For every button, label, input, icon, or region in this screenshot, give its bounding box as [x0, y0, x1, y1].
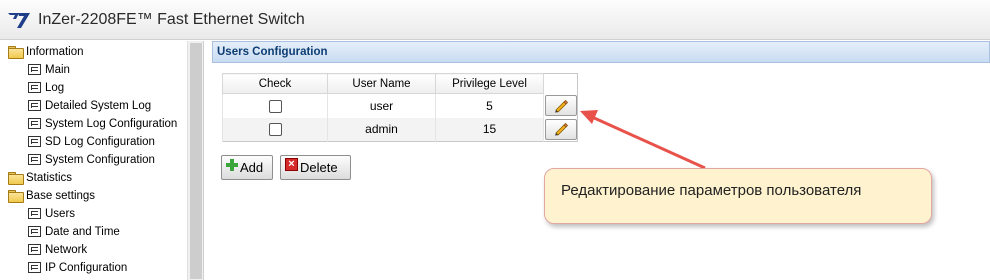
pencil-icon: [554, 99, 568, 113]
folder-icon: [8, 171, 24, 185]
page-icon: [28, 82, 41, 93]
page-icon: [28, 208, 41, 219]
sidebar-item-label: Detailed System Log: [45, 99, 152, 112]
pencil-icon: [554, 123, 568, 136]
check-cell: [222, 93, 328, 118]
sidebar-item-label: IP Configuration: [45, 261, 128, 274]
row-checkbox[interactable]: [268, 99, 282, 113]
delete-button[interactable]: × Delete: [280, 155, 351, 180]
page-icon: [28, 64, 41, 75]
edit-cell: [543, 93, 578, 118]
sidebar-item-base-settings[interactable]: Base settings: [8, 187, 95, 204]
app-title: InZer-2208FE™ Fast Ethernet Switch: [38, 11, 305, 28]
table-header-row: Check User Name Privilege Level: [222, 73, 578, 94]
sidebar-item-label: Users: [45, 207, 76, 220]
plus-icon: [226, 158, 238, 171]
sidebar-scrollbar[interactable]: [187, 41, 203, 280]
privilege-level-cell: 15: [435, 117, 544, 142]
sidebar-item-label: Statistics: [26, 171, 73, 184]
delete-icon: ×: [285, 158, 298, 171]
annotation-callout: Редактирование параметров пользователя: [544, 168, 932, 224]
delete-button-label: Delete: [300, 160, 338, 175]
add-button-label: Add: [240, 160, 264, 175]
scrollbar-thumb[interactable]: [190, 43, 202, 279]
sidebar-item-network[interactable]: Network: [28, 241, 87, 258]
sidebar-item-label: Date and Time: [45, 225, 120, 238]
sidebar-item-label: Main: [45, 63, 70, 76]
table-row: user 5: [222, 93, 578, 118]
sidebar-nav: Information Main Log Detailed System Log…: [0, 41, 204, 280]
column-header-privilege-level: Privilege Level: [435, 73, 544, 94]
page-icon: [28, 154, 41, 165]
sidebar-item-statistics[interactable]: Statistics: [8, 169, 72, 186]
sidebar-item-label: System Log Configuration: [45, 117, 178, 130]
app-header: InZer-2208FE™ Fast Ethernet Switch: [0, 0, 990, 40]
folder-icon: [8, 45, 24, 59]
sidebar-item-log[interactable]: Log: [28, 79, 64, 96]
page-icon: [28, 136, 41, 147]
privilege-level-cell: 5: [435, 93, 544, 118]
switch-logo-icon: [8, 13, 30, 28]
users-table: Check User Name Privilege Level user 5 a…: [222, 73, 578, 142]
sidebar-item-ip-configuration[interactable]: IP Configuration: [28, 259, 127, 276]
edit-cell: [543, 117, 578, 142]
folder-icon: [8, 189, 24, 203]
sidebar-item-users[interactable]: Users: [28, 205, 75, 222]
add-button[interactable]: Add: [221, 155, 273, 180]
section-header: Users Configuration: [212, 41, 990, 63]
sidebar-item-main[interactable]: Main: [28, 61, 70, 78]
sidebar-item-label: System Configuration: [45, 153, 155, 166]
table-row: admin 15: [222, 117, 578, 142]
section-title: Users Configuration: [217, 46, 328, 58]
user-name-cell: admin: [327, 117, 436, 142]
page-icon: [28, 244, 41, 255]
sidebar-item-label: Information: [26, 45, 84, 58]
sidebar-item-label: Network: [45, 243, 88, 256]
page-icon: [28, 262, 41, 273]
user-name-cell: user: [327, 93, 436, 118]
sidebar-item-label: Base settings: [26, 189, 96, 202]
row-checkbox[interactable]: [268, 123, 282, 137]
sidebar-item-system-configuration[interactable]: System Configuration: [28, 151, 155, 168]
sidebar-item-detailed-system-log[interactable]: Detailed System Log: [28, 97, 151, 114]
sidebar-item-label: Log: [45, 81, 65, 94]
column-header-edit: [543, 73, 578, 94]
main-content: Users Configuration Check User Name Priv…: [212, 41, 990, 280]
column-header-check: Check: [222, 73, 328, 94]
sidebar-item-date-and-time[interactable]: Date and Time: [28, 223, 120, 240]
sidebar-item-information[interactable]: Information: [8, 43, 84, 60]
edit-user-button[interactable]: [544, 118, 577, 140]
annotation-text: Редактирование параметров пользователя: [561, 182, 862, 199]
check-cell: [222, 117, 328, 142]
column-header-user-name: User Name: [327, 73, 436, 94]
sidebar-item-system-log-configuration[interactable]: System Log Configuration: [28, 115, 177, 132]
edit-user-button[interactable]: [544, 95, 577, 116]
page-icon: [28, 100, 41, 111]
sidebar-item-label: SD Log Configuration: [45, 135, 155, 148]
sidebar-item-sd-log-configuration[interactable]: SD Log Configuration: [28, 133, 155, 150]
page-icon: [28, 226, 41, 237]
page-icon: [28, 118, 41, 129]
